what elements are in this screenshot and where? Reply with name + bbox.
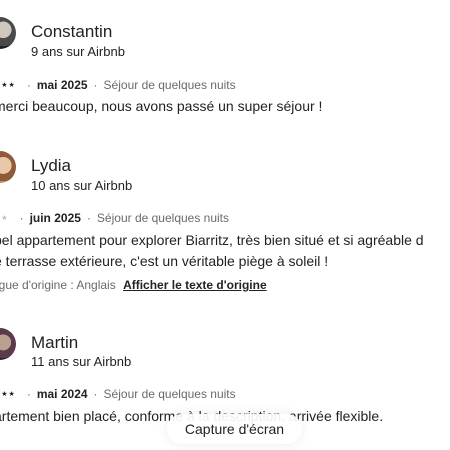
reviews-page: Constantin 9 ans sur Airbnb ★★★ · mai 20… xyxy=(0,0,450,450)
original-language-row: ngue d'origine : Anglais Afficher le tex… xyxy=(0,278,267,292)
avatar[interactable] xyxy=(0,328,16,360)
rating-stars-icon: ★★★ xyxy=(0,82,16,89)
meta-separator: · xyxy=(86,211,91,225)
meta-separator: · xyxy=(93,387,98,401)
show-original-text-link[interactable]: Afficher le texte d'origine xyxy=(123,278,267,292)
meta-separator: · xyxy=(26,78,31,92)
meta-separator: · xyxy=(26,387,31,401)
reviewer-name: Martin xyxy=(31,333,79,352)
review-date: mai 2024 xyxy=(36,387,88,401)
stay-type: Séjour de quelques nuits xyxy=(103,387,236,401)
reviewer-tenure: 9 ans sur Airbnb xyxy=(31,44,125,59)
rating-stars-icon: ★★★ xyxy=(0,391,16,398)
meta-separator: · xyxy=(19,211,24,225)
reviewer-name: Constantin xyxy=(31,22,113,41)
review-date: mai 2025 xyxy=(36,78,88,92)
review-meta: ★★ · juin 2025 · Séjour de quelques nuit… xyxy=(0,211,229,225)
rating-stars-icon: ★★ xyxy=(0,215,9,222)
avatar[interactable] xyxy=(0,151,16,183)
review-text-line: merci beaucoup, nous avons passé un supe… xyxy=(0,98,323,114)
stay-type: Séjour de quelques nuits xyxy=(96,211,230,225)
review-text-line: e terrasse extérieure, c'est un véritabl… xyxy=(0,253,329,269)
review-text: merci beaucoup, nous avons passé un supe… xyxy=(0,96,322,117)
meta-separator: · xyxy=(93,78,98,92)
stay-type: Séjour de quelques nuits xyxy=(103,78,236,92)
review-meta: ★★★ · mai 2024 · Séjour de quelques nuit… xyxy=(0,387,236,401)
reviewer-name: Lydia xyxy=(31,156,72,175)
review-text-line: bel appartement pour explorer Biarritz, … xyxy=(0,232,424,248)
review-date: juin 2025 xyxy=(29,211,81,225)
review-text: bel appartement pour explorer Biarritz, … xyxy=(0,230,424,272)
screenshot-toast: Capture d'écran xyxy=(167,414,302,444)
original-language-note: ngue d'origine : Anglais xyxy=(0,278,116,292)
review-meta: ★★★ · mai 2025 · Séjour de quelques nuit… xyxy=(0,78,236,92)
reviewer-tenure: 10 ans sur Airbnb xyxy=(31,178,133,193)
reviewer-tenure: 11 ans sur Airbnb xyxy=(31,354,132,369)
avatar[interactable] xyxy=(0,17,16,49)
